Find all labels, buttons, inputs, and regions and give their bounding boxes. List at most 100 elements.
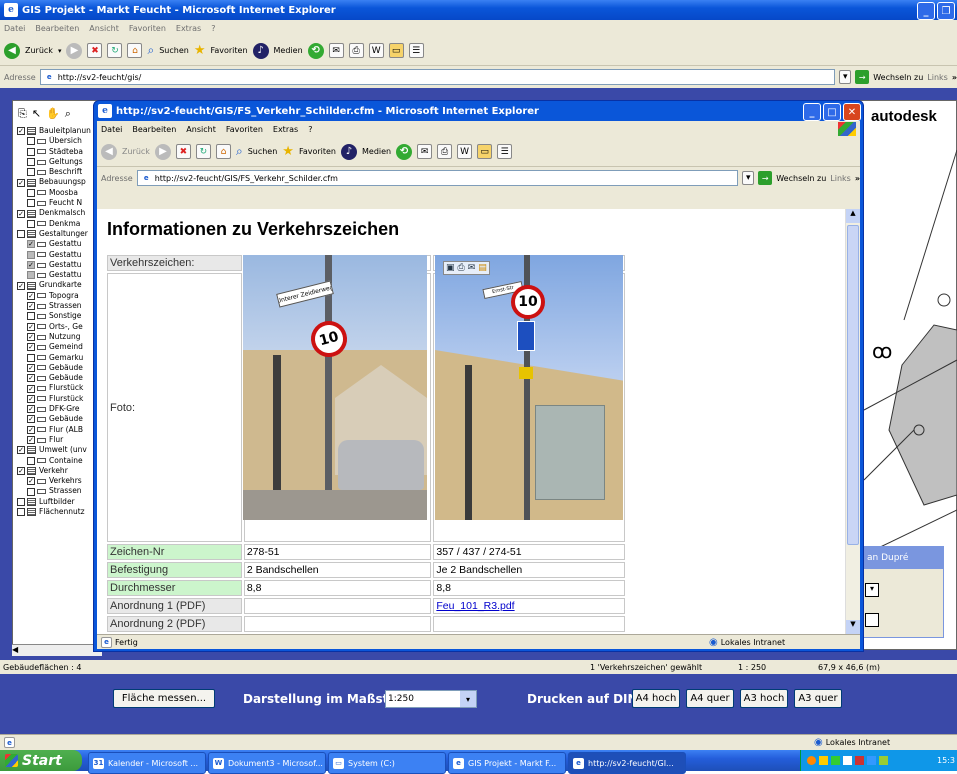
layer-checkbox[interactable]: ✓ (27, 261, 35, 269)
popup-menu-item[interactable]: Extras (273, 125, 298, 134)
refresh-icon[interactable]: ↻ (107, 43, 123, 58)
layer-checkbox[interactable] (27, 168, 35, 177)
layer-checkbox[interactable] (27, 147, 35, 156)
layer-checkbox[interactable] (27, 353, 35, 362)
layer-checkbox[interactable]: ✓ (17, 127, 25, 136)
popup-go-icon[interactable]: → (758, 171, 773, 185)
popup-go-label[interactable]: Wechseln zu (776, 174, 826, 183)
layer-checkbox[interactable]: ✓ (17, 178, 25, 187)
layer-item[interactable]: Feucht N (17, 198, 103, 208)
main-menu-item[interactable]: Ansicht (89, 24, 119, 33)
layer-checkbox[interactable]: ✓ (27, 415, 35, 424)
zoom-tool-icon[interactable]: ⌕ (65, 107, 71, 121)
layer-checkbox[interactable]: ✓ (27, 425, 35, 434)
layer-checkbox[interactable] (27, 271, 35, 280)
popup-back-icon[interactable]: ◀ (101, 143, 117, 160)
layer-checkbox[interactable] (17, 230, 25, 239)
popup-forward-icon[interactable]: ▶ (154, 143, 171, 160)
maximize-button[interactable]: ❐ (937, 2, 955, 20)
tray-icon-2[interactable] (819, 756, 828, 765)
layer-item[interactable]: ✓ Gemeind (17, 342, 103, 352)
popup-media-label[interactable]: Medien (362, 147, 391, 156)
layer-item[interactable]: ✓ Gestattu (17, 239, 103, 249)
popup-refresh-icon[interactable]: ↻ (195, 144, 211, 159)
links-label[interactable]: Links (927, 73, 948, 82)
layer-checkbox[interactable] (27, 158, 35, 167)
mail-icon[interactable]: ✉ (328, 43, 344, 58)
print-a4-quer-button[interactable]: A4 quer (686, 689, 734, 708)
home-icon[interactable]: ⌂ (127, 43, 143, 58)
layer-item[interactable]: ✓ Flur (ALB (17, 425, 103, 435)
layer-item[interactable]: Städteba (17, 147, 103, 157)
layer-item[interactable]: ✓ Flurstück (17, 394, 103, 404)
layer-checkbox[interactable]: ✓ (17, 466, 25, 475)
scroll-down-icon[interactable]: ▼ (846, 620, 860, 634)
pdf-link[interactable]: Feu_101_R3.pdf (436, 600, 514, 612)
layer-checkbox[interactable]: ✓ (17, 446, 25, 455)
layer-item[interactable]: ✓ Verkehr (17, 466, 103, 476)
sign-photo-1[interactable]: Unterer Zeidlerweg 10 (243, 255, 427, 520)
main-url-input[interactable]: e http://sv2-feucht/gis/ (39, 69, 836, 85)
layer-checkbox[interactable] (27, 250, 35, 259)
layer-checkbox[interactable]: ✓ (27, 322, 35, 331)
layer-checkbox[interactable]: ✓ (17, 209, 25, 218)
layer-checkbox[interactable]: ✓ (27, 394, 35, 403)
pan-tool-icon[interactable]: ✋ (46, 107, 60, 121)
layer-item[interactable]: Geltungs (17, 157, 103, 167)
back-icon[interactable]: ◀ (4, 42, 20, 59)
tray-icon-3[interactable] (831, 756, 840, 765)
main-menu-item[interactable]: Favoriten (129, 24, 166, 33)
dialog-checkbox[interactable] (865, 613, 879, 627)
print-a3-quer-button[interactable]: A3 quer (794, 689, 842, 708)
layer-checkbox[interactable]: ✓ (27, 343, 35, 352)
tray-icon-1[interactable] (807, 756, 816, 765)
layer-checkbox[interactable] (27, 312, 35, 321)
layer-item[interactable]: ✓ Topogra (17, 291, 103, 301)
popup-back-label[interactable]: Zurück (122, 147, 150, 156)
popup-home-icon[interactable]: ⌂ (215, 144, 231, 159)
print-a4-hoch-button[interactable]: A4 hoch (632, 689, 680, 708)
back-label[interactable]: Zurück (25, 46, 53, 55)
popup-stop-icon[interactable]: ✖ (175, 144, 191, 159)
layer-checkbox[interactable]: ✓ (27, 291, 35, 300)
popup-minimize-button[interactable]: _ (803, 103, 821, 121)
popup-favorites-label[interactable]: Favoriten (299, 147, 336, 156)
minimize-button[interactable]: _ (917, 2, 935, 20)
main-menu-item[interactable]: Datei (4, 24, 25, 33)
layer-checkbox[interactable]: ✓ (17, 281, 25, 290)
popup-favorites-icon[interactable]: ★ (282, 144, 294, 159)
scale-select[interactable]: 1:250 ▾ (385, 690, 477, 708)
favorites-icon[interactable]: ★ (194, 43, 206, 58)
layer-item[interactable]: Strassen (17, 486, 103, 496)
layer-checkbox[interactable] (27, 219, 35, 228)
layer-item[interactable]: ✓ Flur (17, 435, 103, 445)
media-label[interactable]: Medien (274, 46, 303, 55)
print-image-icon[interactable]: ⎙ (458, 263, 465, 273)
popup-url-dropdown-icon[interactable]: ▾ (742, 171, 755, 185)
layer-checkbox[interactable]: ✓ (27, 384, 35, 393)
search-label[interactable]: Suchen (159, 46, 189, 55)
popup-menu-item[interactable]: Bearbeiten (132, 125, 176, 134)
sign-photo-2[interactable]: Ernst-Str 10 ▣ ⎙ ✉ ▤ (435, 255, 623, 520)
popup-menu-item[interactable]: Datei (101, 125, 122, 134)
favorites-label[interactable]: Favoriten (210, 46, 247, 55)
scroll-up-icon[interactable]: ▲ (846, 209, 860, 223)
go-label[interactable]: Wechseln zu (873, 73, 923, 82)
main-menu-item[interactable]: Bearbeiten (35, 24, 79, 33)
layer-item[interactable]: ✓ Umwelt (unv (17, 445, 103, 455)
tree-scrollbar[interactable]: ◀ (12, 644, 102, 656)
layer-checkbox[interactable]: ✓ (27, 405, 35, 414)
popup-print-icon[interactable]: ⎙ (437, 144, 453, 159)
forward-icon[interactable]: ▶ (66, 42, 83, 59)
popup-url-input[interactable]: e http://sv2-feucht/GIS/FS_Verkehr_Schil… (136, 170, 739, 186)
popup-links-label[interactable]: Links (830, 174, 851, 183)
folder-icon[interactable]: ▭ (388, 43, 404, 58)
url-dropdown-icon[interactable]: ▾ (839, 70, 852, 84)
popup-menu-item[interactable]: Favoriten (226, 125, 263, 134)
go-icon[interactable]: → (855, 70, 870, 84)
layer-item[interactable]: Moosba (17, 188, 103, 198)
tray-icon-7[interactable] (879, 756, 888, 765)
popup-search-icon[interactable]: ⌕ (236, 144, 243, 159)
layer-checkbox[interactable] (17, 497, 25, 506)
edit-icon[interactable]: W (368, 43, 384, 58)
